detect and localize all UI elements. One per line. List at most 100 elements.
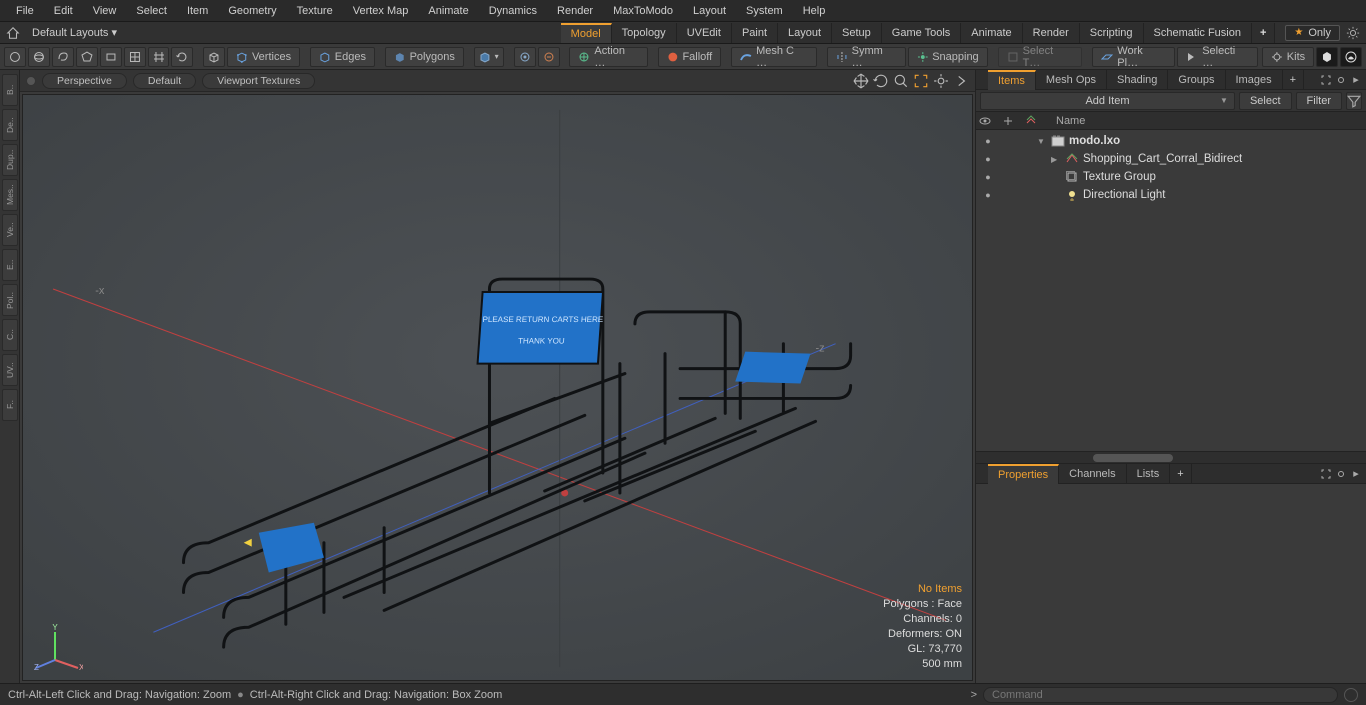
mesh-constraint[interactable]: Mesh C … (731, 47, 817, 67)
filter-funnel-icon[interactable] (1346, 92, 1362, 110)
filter-button[interactable]: Filter (1296, 92, 1342, 110)
visibility-toggle[interactable] (979, 189, 997, 201)
tab-animate[interactable]: Animate (961, 23, 1022, 43)
selection-sets[interactable]: Selecti … (1177, 47, 1258, 67)
viewport-tab-perspective[interactable]: Perspective (42, 73, 127, 89)
menu-item[interactable]: Item (177, 0, 218, 22)
items-tab-groups[interactable]: Groups (1168, 70, 1225, 90)
layout-dropdown[interactable]: Default Layouts ▾ (26, 26, 123, 39)
items-tab-shading[interactable]: Shading (1107, 70, 1168, 90)
side-tab-b[interactable]: B.. (2, 74, 18, 106)
items-tab-items[interactable]: Items (988, 70, 1036, 90)
next-icon[interactable] (953, 73, 969, 89)
home-icon[interactable] (6, 26, 20, 40)
menu-texture[interactable]: Texture (287, 0, 343, 22)
prim-circle-icon[interactable] (4, 47, 26, 67)
prim-lasso-icon[interactable] (52, 47, 74, 67)
only-toggle[interactable]: ★Only (1285, 25, 1340, 41)
prim-rect-icon[interactable] (100, 47, 122, 67)
menu-file[interactable]: File (6, 0, 44, 22)
tab-render[interactable]: Render (1023, 23, 1080, 43)
side-tab-dup[interactable]: Dup.. (2, 144, 18, 176)
kits-button[interactable]: Kits (1262, 47, 1314, 67)
tab-schematic-fusion[interactable]: Schematic Fusion (1144, 23, 1252, 43)
menu-edit[interactable]: Edit (44, 0, 83, 22)
menu-animate[interactable]: Animate (418, 0, 478, 22)
prim-rotate-icon[interactable] (171, 47, 193, 67)
tree-row-texture-group[interactable]: Texture Group (976, 168, 1366, 186)
add-tab-button[interactable]: + (1283, 70, 1304, 90)
menu-geometry[interactable]: Geometry (218, 0, 286, 22)
menu-help[interactable]: Help (793, 0, 836, 22)
menu-render[interactable]: Render (547, 0, 603, 22)
tab-layout[interactable]: Layout (778, 23, 832, 43)
tree-row-shopping-cart-corral-bidirect[interactable]: ▶Shopping_Cart_Corral_Bidirect (976, 150, 1366, 168)
props-menu-icon[interactable]: ▸ (1350, 468, 1362, 480)
view-options-icon[interactable] (933, 73, 949, 89)
prim-poly-icon[interactable] (76, 47, 98, 67)
materials-icon[interactable]: ▾ (474, 47, 504, 67)
panel-menu-icon[interactable]: ▸ (1350, 74, 1362, 86)
side-tab-de[interactable]: De.. (2, 109, 18, 141)
tab-add[interactable]: + (1252, 23, 1275, 43)
visibility-toggle[interactable] (979, 171, 997, 183)
props-tab-properties[interactable]: Properties (988, 464, 1059, 484)
prim-hash-icon[interactable] (148, 47, 170, 67)
camera-dot-icon[interactable] (26, 76, 36, 86)
viewport-tab-default[interactable]: Default (133, 73, 196, 89)
tab-game-tools[interactable]: Game Tools (882, 23, 962, 43)
viewport-3d[interactable]: -x -z (22, 94, 973, 681)
work-plane[interactable]: Work Pl… (1092, 47, 1175, 67)
action-center[interactable]: Action … (569, 47, 647, 67)
menu-view[interactable]: View (83, 0, 127, 22)
select-button[interactable]: Select (1239, 92, 1292, 110)
menu-vertex-map[interactable]: Vertex Map (343, 0, 419, 22)
select-through[interactable]: Select T… (998, 47, 1083, 67)
tool-a-icon[interactable] (514, 47, 536, 67)
gear-icon[interactable] (1346, 26, 1360, 40)
axis-widget[interactable]: Y X Z (33, 620, 83, 670)
props-tab-channels[interactable]: Channels (1059, 464, 1126, 484)
zoom-icon[interactable] (893, 73, 909, 89)
menu-system[interactable]: System (736, 0, 793, 22)
color-column-icon[interactable] (1025, 115, 1043, 127)
tree-arrow[interactable]: ▼ (1037, 137, 1047, 146)
engine-a-icon[interactable] (1316, 47, 1338, 67)
side-tab-e[interactable]: E.. (2, 249, 18, 281)
snapping-button[interactable]: Snapping (908, 47, 988, 67)
record-icon[interactable] (1344, 688, 1358, 702)
side-tab-f[interactable]: F.. (2, 389, 18, 421)
items-tree-scrollbar[interactable] (976, 451, 1366, 463)
unreal-icon[interactable] (1340, 47, 1362, 67)
tab-scripting[interactable]: Scripting (1080, 23, 1144, 43)
props-expand-icon[interactable] (1320, 468, 1332, 480)
side-tab-ve[interactable]: Ve.. (2, 214, 18, 246)
polygons-mode[interactable]: Polygons (385, 47, 464, 67)
visibility-toggle[interactable] (979, 135, 997, 147)
tool-b-icon[interactable] (538, 47, 560, 67)
symmetry-button[interactable]: Symm … (827, 47, 906, 67)
props-add-tab[interactable]: + (1170, 464, 1191, 484)
edges-mode[interactable]: Edges (310, 47, 375, 67)
items-tab-mesh-ops[interactable]: Mesh Ops (1036, 70, 1107, 90)
visibility-column-icon[interactable] (979, 115, 997, 127)
falloff-button[interactable]: Falloff (658, 47, 721, 67)
tab-model[interactable]: Model (561, 23, 612, 43)
props-gear-icon[interactable] (1335, 468, 1347, 480)
add-item-dropdown[interactable]: Add Item▼ (980, 92, 1235, 110)
panel-gear-icon[interactable] (1335, 74, 1347, 86)
items-tree[interactable]: ▼modo.lxo▶Shopping_Cart_Corral_BidirectT… (976, 130, 1366, 451)
pan-icon[interactable] (853, 73, 869, 89)
prim-grid-icon[interactable] (124, 47, 146, 67)
items-tab-images[interactable]: Images (1226, 70, 1283, 90)
menu-dynamics[interactable]: Dynamics (479, 0, 547, 22)
side-tab-c[interactable]: C.. (2, 319, 18, 351)
tree-row-modo-lxo[interactable]: ▼modo.lxo (976, 132, 1366, 150)
menu-select[interactable]: Select (126, 0, 177, 22)
vertices-mode[interactable]: Vertices (227, 47, 300, 67)
side-tab-mes[interactable]: Mes.. (2, 179, 18, 211)
side-tab-pol[interactable]: Pol.. (2, 284, 18, 316)
props-tab-lists[interactable]: Lists (1127, 464, 1171, 484)
name-column-header[interactable]: Name (1048, 115, 1363, 127)
menu-layout[interactable]: Layout (683, 0, 736, 22)
